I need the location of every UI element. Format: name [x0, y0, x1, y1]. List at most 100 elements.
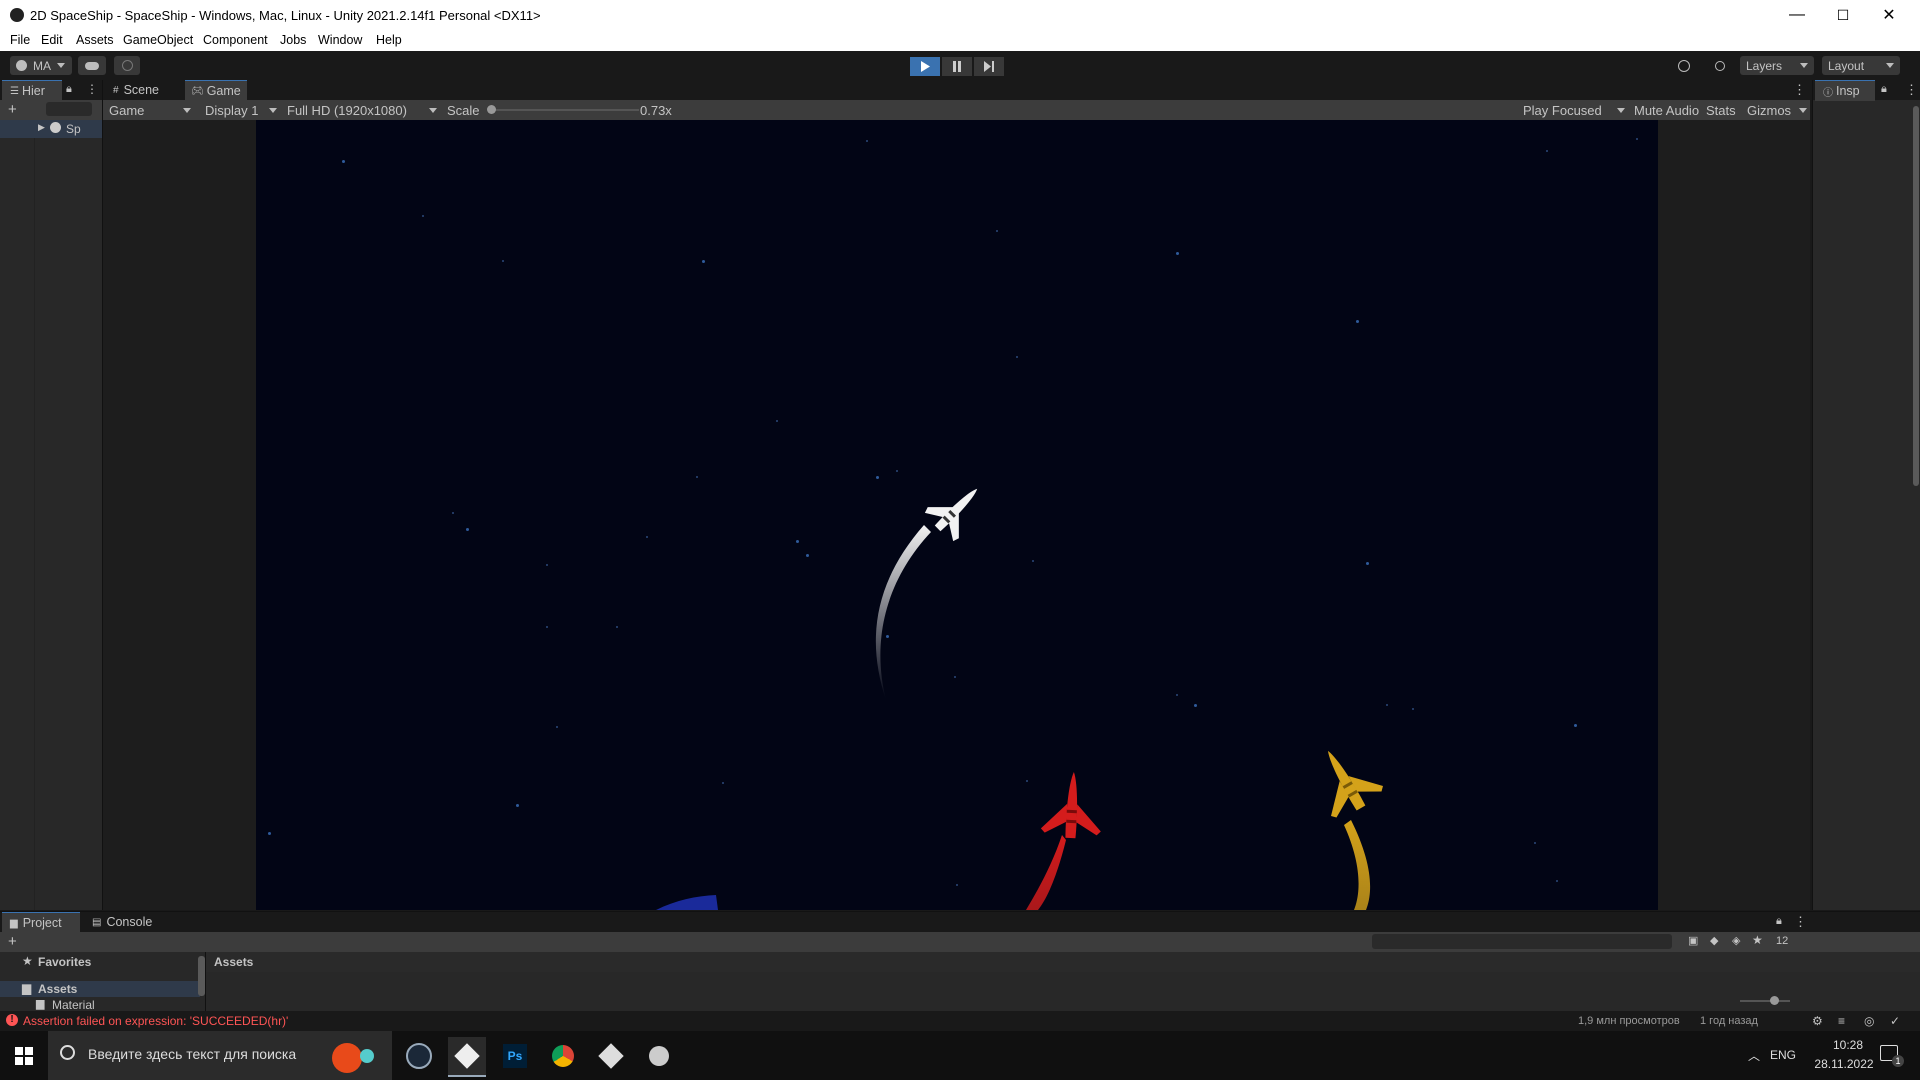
unity-hub-app-icon[interactable] [592, 1037, 630, 1075]
cloud-button[interactable] [78, 56, 106, 75]
layers-dropdown[interactable]: Layers [1740, 56, 1814, 75]
assets-folder-label: Assets [38, 982, 78, 996]
favorite-star-icon[interactable]: ★ [1752, 933, 1763, 947]
scene-icon [50, 122, 61, 133]
menu-file[interactable]: File [10, 33, 30, 47]
unity-app-icon[interactable] [448, 1037, 486, 1077]
notification-badge: 1 [1892, 1055, 1904, 1067]
close-button[interactable]: ✕ [1866, 0, 1912, 30]
favorites-item[interactable]: ★ Favorites [0, 954, 200, 970]
game-canvas[interactable] [256, 120, 1658, 910]
filter-type-icon[interactable]: ▣ [1688, 934, 1698, 947]
filter-label-icon[interactable]: ◆ [1710, 934, 1718, 947]
menu-window[interactable]: Window [318, 33, 362, 47]
tab-hierarchy[interactable]: ☰ Hier [2, 80, 62, 101]
clock-time[interactable]: 10:28 [1818, 1038, 1878, 1052]
gamepad-icon: 🎮︎ [191, 85, 204, 97]
chevron-down-icon [1799, 107, 1807, 113]
layout-label: Layout [1828, 58, 1865, 73]
photoshop-app-icon[interactable]: Ps [496, 1037, 534, 1075]
language-indicator[interactable]: ENG [1770, 1048, 1796, 1062]
pause-button[interactable] [942, 57, 972, 76]
progress-icon[interactable]: ◎ [1864, 1014, 1874, 1028]
chrome-app-icon[interactable] [544, 1037, 582, 1075]
taskbar-search-box[interactable]: Введите здесь текст для поиска [48, 1031, 392, 1080]
account-dropdown[interactable]: MA [10, 56, 72, 75]
more-menu-icon[interactable]: ⋮ [1794, 914, 1807, 930]
gizmos-dropdown[interactable]: Gizmos [1743, 101, 1809, 119]
cache-icon[interactable]: ≡ [1838, 1014, 1845, 1028]
menu-help[interactable]: Help [376, 33, 402, 47]
material-folder-item[interactable]: ▆ Material [0, 998, 200, 1012]
yellow-spaceship [1328, 750, 1383, 910]
step-button[interactable] [974, 57, 1004, 76]
status-message[interactable]: Assertion failed on expression: 'SUCCEED… [23, 1014, 288, 1028]
view-dropdown[interactable]: Game [105, 101, 195, 119]
breadcrumb[interactable]: Assets [214, 955, 253, 969]
collab-button[interactable] [114, 56, 140, 75]
app-shield-icon[interactable] [640, 1037, 678, 1075]
layout-dropdown[interactable]: Layout [1822, 56, 1900, 75]
menu-edit[interactable]: Edit [41, 33, 63, 47]
tab-scene[interactable]: # Scene [107, 80, 171, 100]
hierarchy-divider [34, 138, 35, 910]
more-menu-icon[interactable]: ⋮ [86, 82, 98, 96]
play-button[interactable] [910, 57, 940, 76]
display-dropdown[interactable]: Display 1 [201, 101, 281, 119]
steam-app-icon[interactable] [400, 1037, 438, 1075]
maximize-button[interactable]: ☐ [1820, 0, 1866, 30]
tab-project[interactable]: ▆ Project [2, 912, 80, 933]
start-button[interactable] [0, 1031, 48, 1080]
tab-project-label: Project [22, 916, 62, 930]
mute-audio-toggle[interactable]: Mute Audio [1634, 103, 1699, 118]
account-label: MA [33, 58, 51, 73]
lock-icon[interactable]: 🔒︎ [1776, 915, 1782, 928]
hidden-count[interactable]: 12 [1776, 935, 1788, 947]
expand-arrow-icon[interactable]: ▶ [38, 122, 45, 133]
thumbnail-size-slider[interactable] [1740, 996, 1790, 1005]
stats-toggle[interactable]: Stats [1706, 103, 1736, 118]
add-icon[interactable]: + [8, 101, 17, 118]
play-focused-dropdown[interactable]: Play Focused [1519, 101, 1629, 119]
assets-folder-item[interactable]: ▆ Assets [0, 981, 200, 997]
game-tabbar: # Scene 🎮︎ Game ⋮ [103, 80, 1810, 101]
debug-icon[interactable]: ⚙︎ [1812, 1014, 1823, 1028]
history-button[interactable] [1672, 56, 1696, 75]
menu-assets[interactable]: Assets [76, 33, 114, 47]
scale-value: 0.73x [640, 103, 672, 118]
hierarchy-search-input[interactable] [46, 102, 92, 116]
play-icon [921, 61, 930, 72]
menu-jobs[interactable]: Jobs [280, 33, 306, 47]
tag-icon[interactable]: ◈ [1732, 934, 1740, 947]
ships-layer [656, 488, 1383, 910]
add-icon[interactable]: + [8, 933, 17, 950]
slider-handle[interactable] [1770, 996, 1779, 1005]
lock-icon[interactable]: 🔒︎ [66, 83, 72, 96]
resolution-dropdown[interactable]: Full HD (1920x1080) [283, 101, 441, 119]
lock-icon[interactable]: 🔒︎ [1881, 83, 1887, 96]
check-icon[interactable]: ✓ [1890, 1014, 1900, 1028]
status-bar: ! Assertion failed on expression: 'SUCCE… [0, 1011, 1920, 1031]
search-highlight-icon [332, 1043, 362, 1073]
tree-scrollbar[interactable] [198, 956, 205, 996]
tray-chevron-up-icon[interactable]: ︿ [1748, 1047, 1760, 1064]
more-menu-icon[interactable]: ⋮ [1905, 82, 1918, 98]
menu-gameobject[interactable]: GameObject [123, 33, 193, 47]
menu-component[interactable]: Component [203, 33, 268, 47]
tab-inspector[interactable]: ⓘ Insp [1815, 80, 1875, 101]
tab-console[interactable]: ▤ Console [86, 912, 166, 932]
clock-date[interactable]: 28.11.2022 [1808, 1057, 1880, 1071]
scale-slider[interactable] [487, 105, 639, 114]
project-search-input[interactable] [1372, 934, 1672, 949]
chevron-down-icon [57, 63, 65, 68]
hierarchy-row[interactable]: ▶ Sp [0, 120, 102, 138]
search-button[interactable] [1708, 56, 1732, 75]
inspector-scrollbar[interactable] [1913, 106, 1919, 486]
windows-logo-icon [15, 1046, 33, 1065]
minimize-button[interactable]: — [1774, 0, 1820, 30]
scale-slider-handle[interactable] [487, 105, 496, 114]
cloud-icon [85, 61, 99, 70]
console-icon: ▤ [92, 916, 102, 928]
tab-game[interactable]: 🎮︎ Game [185, 80, 247, 101]
more-menu-icon[interactable]: ⋮ [1793, 82, 1806, 98]
